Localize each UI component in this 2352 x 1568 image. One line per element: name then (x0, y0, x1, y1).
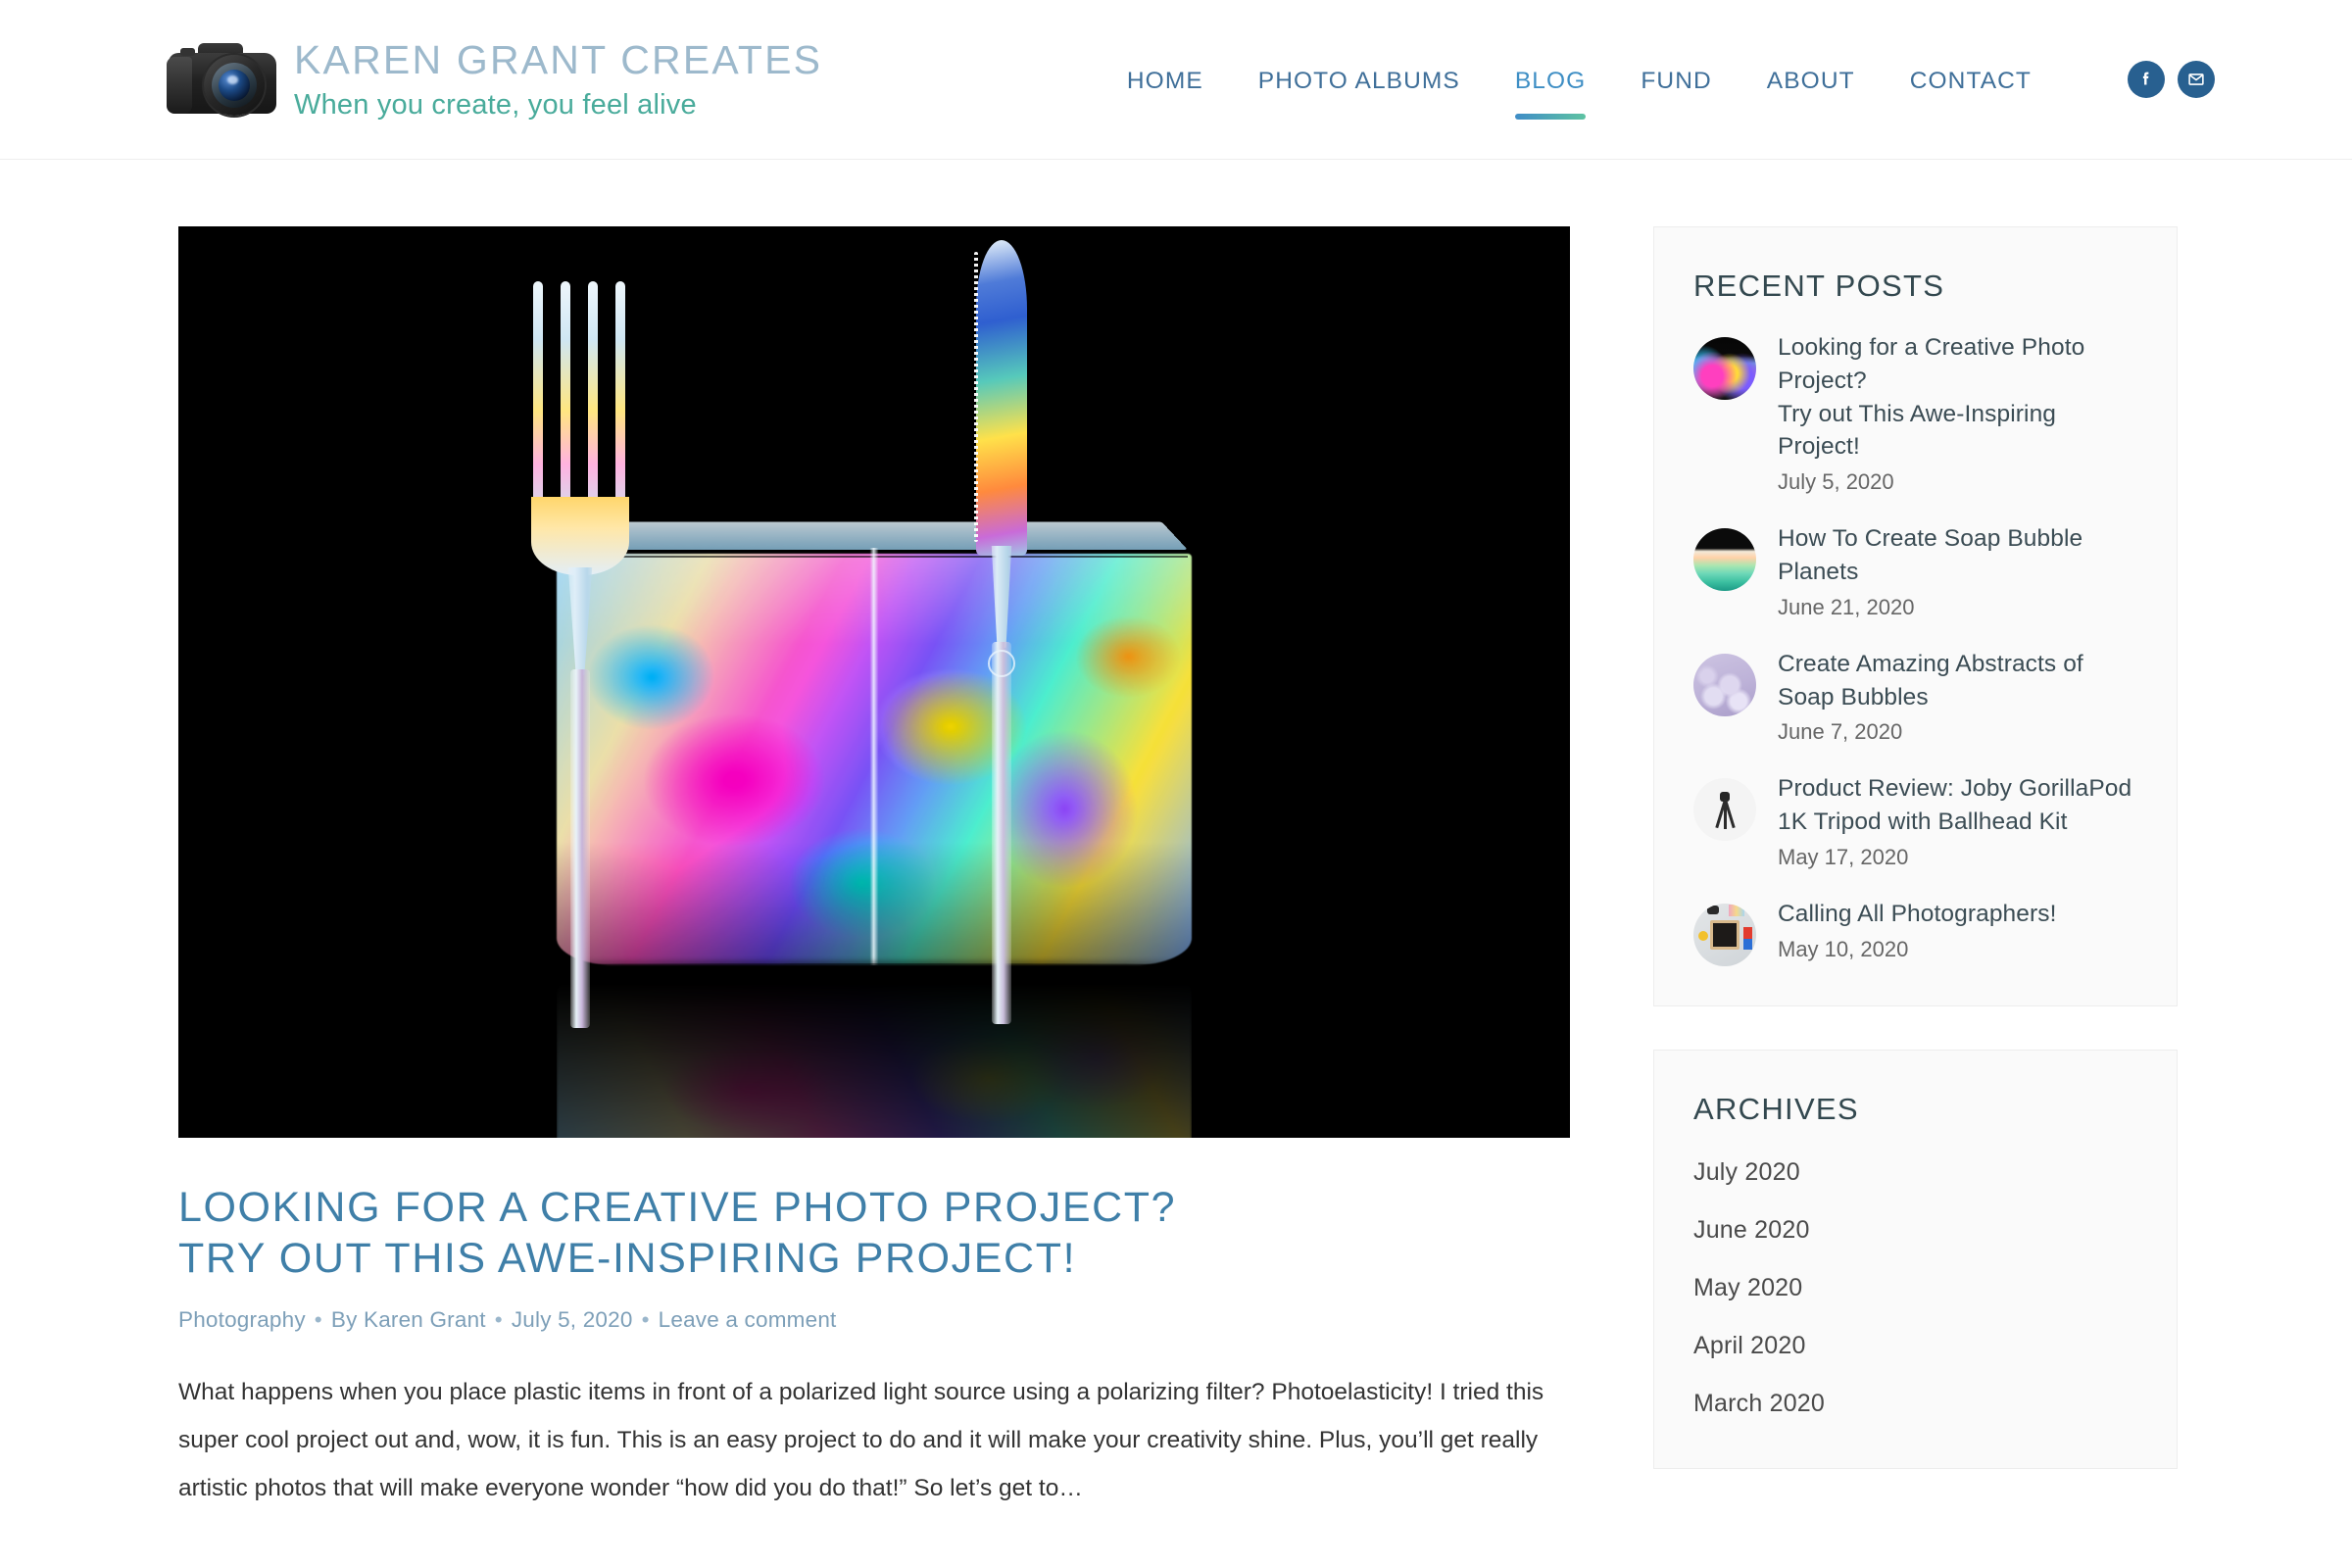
facebook-icon[interactable] (2128, 61, 2165, 98)
recent-post-date: June 7, 2020 (1778, 719, 1903, 745)
plastic-fork (527, 281, 633, 1028)
recent-post-title: Create Amazing Abstracts of Soap Bubbles (1778, 650, 2083, 710)
post-category-link[interactable]: Photography (178, 1307, 306, 1332)
archives-widget: ARCHIVES July 2020 June 2020 May 2020 Ap… (1653, 1049, 2178, 1469)
recent-post-item[interactable]: Product Review: Joby GorillaPod 1K Tripo… (1693, 772, 2137, 870)
recent-posts-widget: RECENT POSTS Looking for a Creative Phot… (1653, 226, 2178, 1006)
archive-item-may-2020[interactable]: May 2020 (1693, 1259, 2137, 1317)
recent-post-item[interactable]: How To Create Soap Bubble Planets June 2… (1693, 522, 2137, 620)
recent-post-title: Looking for a Creative Photo Project? Try… (1778, 334, 2085, 461)
recent-post-title: Calling All Photographers! (1778, 900, 2057, 927)
nav-item-blog[interactable]: BLOG (1488, 68, 1613, 120)
recent-posts-title: RECENT POSTS (1693, 269, 1945, 303)
surface-reflection (557, 965, 1192, 1138)
site-header: KAREN GRANT CREATES When you create, you… (0, 0, 2352, 160)
meta-separator-1: • (314, 1306, 322, 1332)
post-thumbnail-tripod (1693, 778, 1756, 842)
sidebar: RECENT POSTS Looking for a Creative Phot… (1653, 226, 2178, 1512)
nav-item-home[interactable]: HOME (1100, 68, 1231, 95)
nav-item-contact[interactable]: CONTACT (1883, 68, 2059, 95)
post-title-line-2: TRY OUT THIS AWE-INSPIRING PROJECT! (178, 1235, 1077, 1283)
page-title[interactable]: LOOKING FOR A CREATIVE PHOTO PROJECT? TR… (178, 1182, 1570, 1285)
recent-post-item[interactable]: Calling All Photographers! May 10, 2020 (1693, 898, 2137, 966)
post-featured-image[interactable] (178, 226, 1570, 1138)
recent-post-date: May 10, 2020 (1778, 936, 1909, 961)
recent-post-date: May 17, 2020 (1778, 844, 1909, 869)
archive-item-june-2020[interactable]: June 2020 (1693, 1201, 2137, 1259)
recent-post-item[interactable]: Create Amazing Abstracts of Soap Bubbles… (1693, 648, 2137, 746)
post-excerpt: What happens when you place plastic item… (178, 1378, 1544, 1501)
post-thumbnail-letterboard-flatlay (1693, 903, 1756, 966)
nav-item-photo-albums[interactable]: PHOTO ALBUMS (1231, 68, 1488, 95)
plastic-knife (966, 240, 1041, 1024)
recent-post-date: June 21, 2020 (1778, 594, 1915, 619)
archive-item-april-2020[interactable]: April 2020 (1693, 1317, 2137, 1375)
nav-active-underline (1514, 114, 1587, 120)
site-brand[interactable]: KAREN GRANT CREATES When you create, you… (165, 37, 822, 122)
meta-separator-3: • (641, 1306, 650, 1332)
social-links (2128, 61, 2215, 98)
archive-item-july-2020[interactable]: July 2020 (1693, 1154, 2137, 1201)
post-author: By Karen Grant (330, 1306, 486, 1332)
archives-title: ARCHIVES (1693, 1091, 1859, 1126)
post-meta: Photography • By Karen Grant • July 5, 2020 •… (178, 1307, 1570, 1333)
post-thumbnail-soap-bubble-abstract (1693, 653, 1756, 716)
leave-a-comment-link[interactable]: Leave a comment (659, 1307, 837, 1332)
main-content: LOOKING FOR A CREATIVE PHOTO PROJECT? TR… (178, 226, 1570, 1512)
recent-post-title: How To Create Soap Bubble Planets (1778, 525, 2083, 585)
nav-item-blog-label: BLOG (1514, 68, 1587, 94)
nav-item-fund[interactable]: FUND (1613, 68, 1739, 95)
nav-item-about[interactable]: ABOUT (1740, 68, 1883, 95)
main-navigation: HOME PHOTO ALBUMS BLOG FUND ABOUT CONTAC… (1100, 68, 2059, 120)
post-date: July 5, 2020 (511, 1306, 633, 1332)
meta-separator-2: • (494, 1306, 503, 1332)
email-icon[interactable] (2178, 61, 2215, 98)
post-thumbnail-soap-bubble-planet (1693, 528, 1756, 592)
site-title: KAREN GRANT CREATES (294, 36, 823, 82)
post-title-line-1: LOOKING FOR A CREATIVE PHOTO PROJECT? (178, 1184, 1177, 1231)
page-layout: LOOKING FOR A CREATIVE PHOTO PROJECT? TR… (0, 160, 2352, 1512)
archive-item-march-2020[interactable]: March 2020 (1693, 1375, 2137, 1433)
camera-icon (165, 37, 280, 122)
recent-post-title: Product Review: Joby GorillaPod 1K Tripo… (1778, 775, 2132, 836)
recent-post-date: July 5, 2020 (1778, 469, 1894, 495)
recent-post-item[interactable]: Looking for a Creative Photo Project? Try… (1693, 331, 2137, 495)
site-tagline: When you create, you feel alive (294, 88, 697, 121)
photoelasticity-scene (557, 521, 1192, 965)
post-thumbnail-photoelasticity (1693, 337, 1756, 400)
